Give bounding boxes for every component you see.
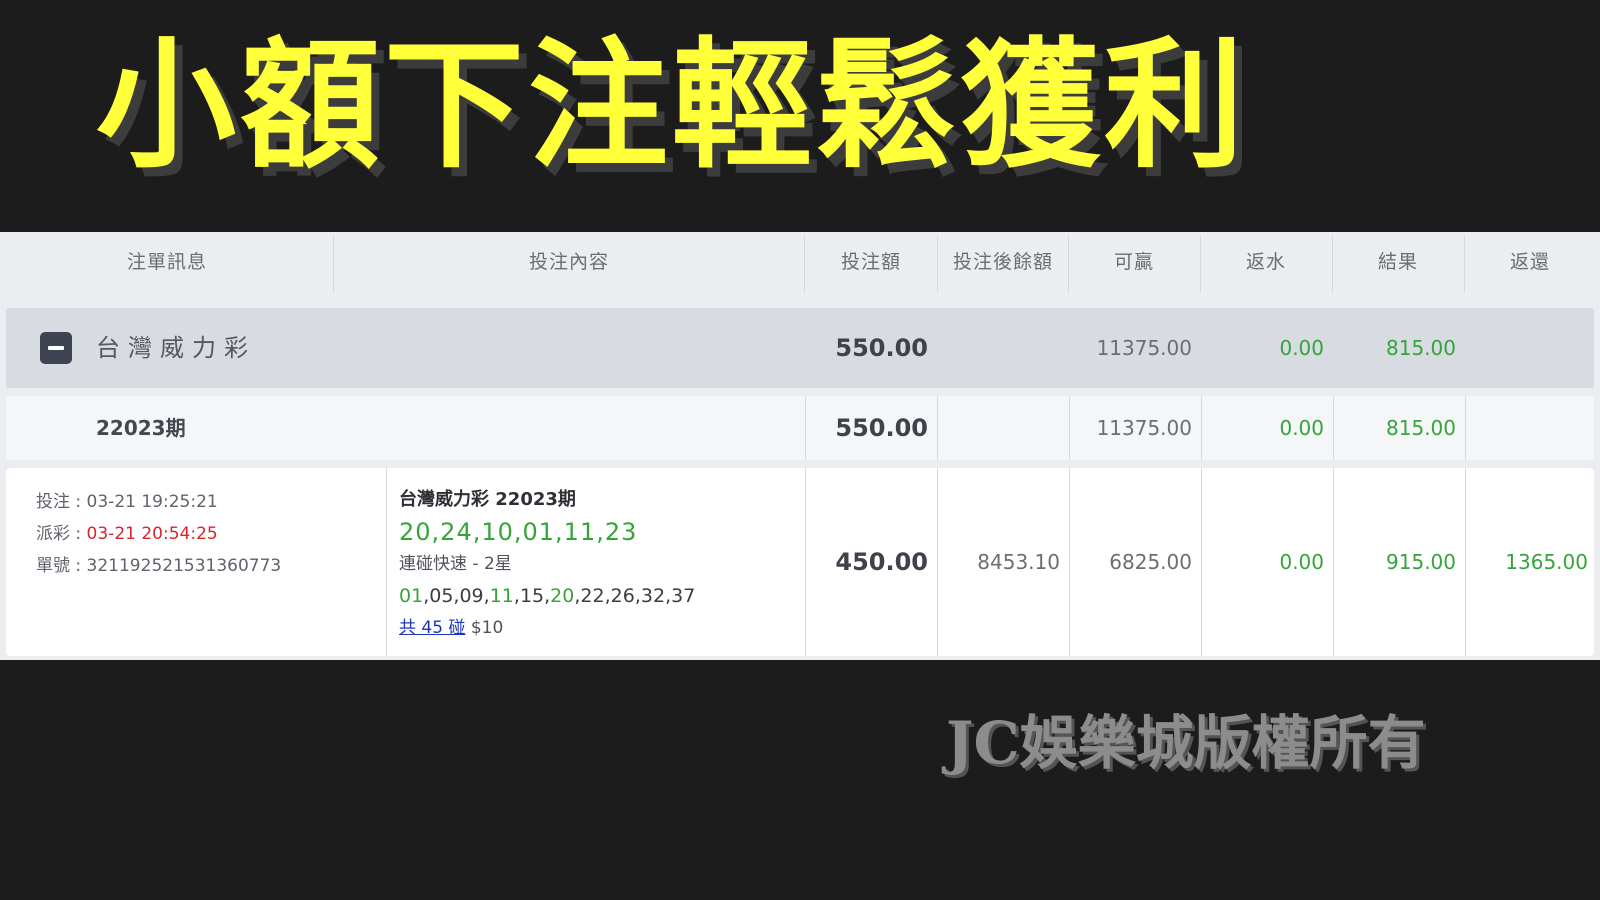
detail-bet-amount: 450.00 xyxy=(835,548,928,576)
picked-number: 32 xyxy=(640,585,666,607)
period-row[interactable]: 22023期 550.00 11375.00 0.00 815.00 xyxy=(6,396,1594,460)
header-rebate: 返水 xyxy=(1245,251,1286,273)
bet-content-block: 台灣威力彩 22023期 20,24,10,01,11,23 連碰快速 - 2星… xyxy=(399,484,695,644)
group-label: 台灣威力彩 xyxy=(96,334,256,362)
picked-number: 09 xyxy=(459,585,484,607)
header-can-win: 可贏 xyxy=(1113,251,1154,273)
header-bet-content: 投注內容 xyxy=(528,251,609,273)
picked-number: 22 xyxy=(580,585,605,607)
order-no: 321192521531360773 xyxy=(86,556,282,576)
period-label: 22023期 xyxy=(96,416,186,440)
column-divider xyxy=(937,396,938,460)
group-can-win: 11375.00 xyxy=(1096,336,1192,360)
payout-time-label: 派彩 : xyxy=(36,524,87,544)
header-bet-amount: 投注額 xyxy=(840,251,901,273)
header-returned: 返還 xyxy=(1509,251,1550,273)
group-rebate: 0.00 xyxy=(1279,336,1324,360)
order-no-label: 單號 : xyxy=(36,556,87,576)
banner-title: 小額下注輕鬆獲利 xyxy=(96,25,1249,188)
period-can-win: 11375.00 xyxy=(1096,416,1192,440)
collapse-minus-icon[interactable] xyxy=(40,332,72,364)
column-divider xyxy=(1465,396,1466,460)
detail-rebate: 0.00 xyxy=(1279,550,1324,574)
payout-time-line: 派彩 : 03-21 20:54:25 xyxy=(36,518,281,550)
period-result: 815.00 xyxy=(1386,416,1456,440)
title-banner: 小額下注輕鬆獲利 xyxy=(0,0,1600,232)
column-divider xyxy=(1465,308,1466,388)
payout-time: 03-21 20:54:25 xyxy=(86,524,218,544)
header-bet-info: 注單訊息 xyxy=(126,251,207,273)
picked-number: 20 xyxy=(550,585,575,607)
bet-time-line: 投注 : 03-21 19:25:21 xyxy=(36,486,281,518)
picked-number: 05 xyxy=(429,585,454,607)
group-result: 815.00 xyxy=(1386,336,1456,360)
order-no-line: 單號 : 321192521531360773 xyxy=(36,550,281,582)
bet-time: 03-21 19:25:21 xyxy=(86,492,218,512)
group-bet-amount: 550.00 xyxy=(835,334,928,362)
play-type: 連碰快速 - 2星 xyxy=(399,554,512,574)
footer-area: JC娛樂城版權所有 xyxy=(0,660,1600,900)
period-rebate: 0.00 xyxy=(1279,416,1324,440)
picked-number: 11 xyxy=(489,585,514,607)
bet-detail-row[interactable]: 投注 : 03-21 19:25:21 派彩 : 03-21 20:54:25 … xyxy=(6,468,1594,656)
copyright-watermark: JC娛樂城版權所有 xyxy=(946,709,1426,777)
detail-returned: 1365.00 xyxy=(1505,550,1588,574)
picked-number: 26 xyxy=(610,585,635,607)
unit-price: $10 xyxy=(470,618,504,638)
column-divider xyxy=(937,308,938,388)
period-bet-amount: 550.00 xyxy=(835,414,928,442)
header-balance-after: 投注後餘額 xyxy=(952,251,1053,273)
detail-result: 915.00 xyxy=(1386,550,1456,574)
bet-info-block: 投注 : 03-21 19:25:21 派彩 : 03-21 20:54:25 … xyxy=(36,486,281,582)
bet-time-label: 投注 : xyxy=(36,492,87,512)
picked-number: 01 xyxy=(399,585,424,607)
combo-link[interactable]: 共 45 碰 xyxy=(399,618,465,638)
detail-balance-after: 8453.10 xyxy=(977,550,1060,574)
draw-numbers: 20,24,10,01,11,23 xyxy=(399,518,638,546)
table-header: 注單訊息 投注內容 投注額 投注後餘額 可贏 返水 結果 返還 xyxy=(0,232,1600,300)
game-title: 台灣威力彩 22023期 xyxy=(399,489,576,510)
column-divider xyxy=(386,468,387,656)
group-row-lottery[interactable]: 台灣威力彩 550.00 11375.00 0.00 815.00 xyxy=(6,308,1594,388)
picked-number: 15 xyxy=(519,585,545,607)
header-result: 結果 xyxy=(1377,251,1418,273)
bet-record-table: 注單訊息 投注內容 投注額 投注後餘額 可贏 返水 結果 返還 台灣威力彩 55… xyxy=(0,232,1600,660)
detail-can-win: 6825.00 xyxy=(1109,550,1192,574)
picked-number: 37 xyxy=(671,585,696,607)
combo-line: 共 45 碰 $10 xyxy=(399,612,695,644)
picked-numbers: 01,05,09,11,15,20,22,26,32,37 xyxy=(399,580,695,612)
